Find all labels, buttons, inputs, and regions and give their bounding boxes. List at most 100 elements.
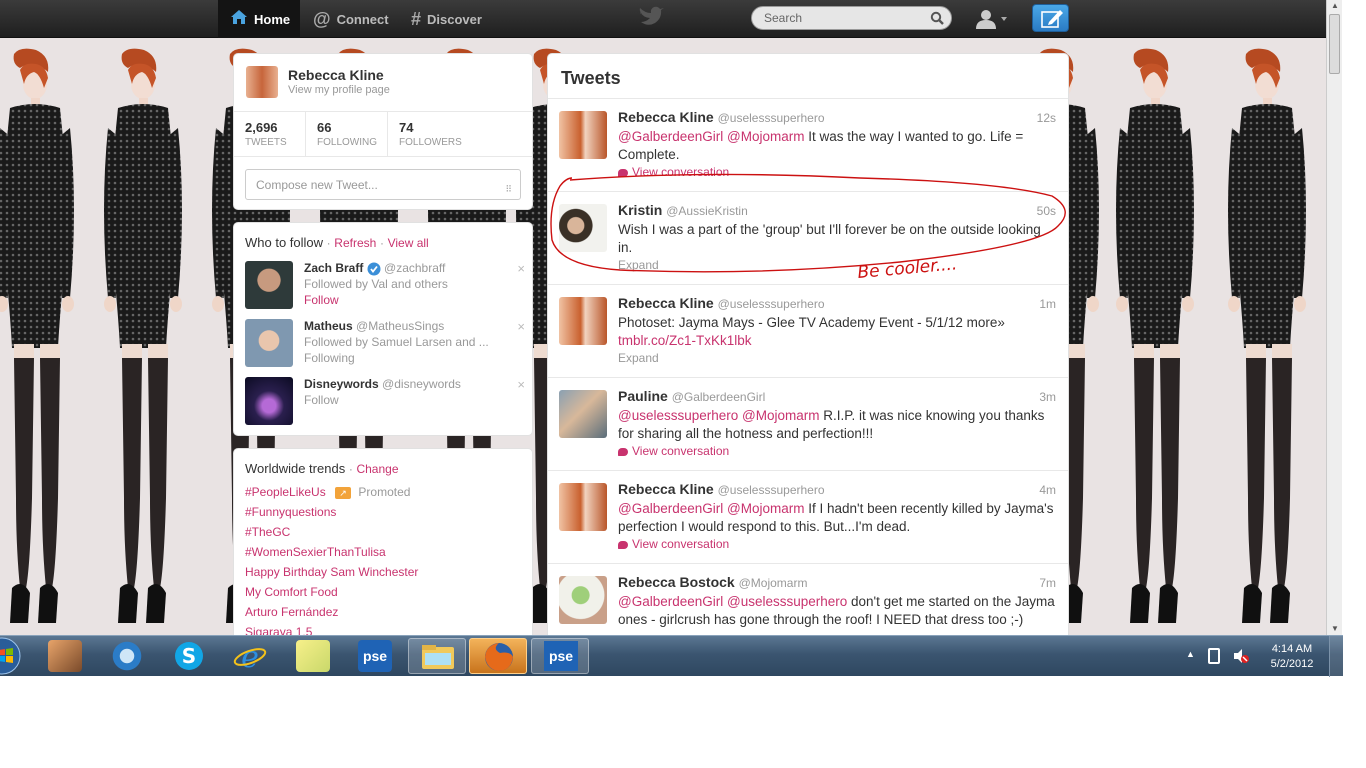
tweet-timestamp[interactable]: 12s [1037, 111, 1056, 125]
explorer-taskbar-button[interactable] [408, 638, 466, 674]
dismiss-close-icon[interactable]: × [517, 377, 525, 392]
tweet-item[interactable]: Rebecca Kline @uselesssuperhero 1m Photo… [548, 285, 1068, 378]
stickynotes-icon[interactable] [296, 640, 330, 672]
tweet-mentions[interactable]: @GalberdeenGirl @uselesssuperhero [618, 594, 847, 609]
tweet-mentions[interactable]: @GalberdeenGirl @Mojomarm [618, 501, 804, 516]
trend-item[interactable]: Arturo Fernández [245, 605, 338, 619]
volume-muted-icon[interactable] [1232, 647, 1250, 670]
tweet-item[interactable]: Pauline @GalberdeenGirl 3m @uselesssuper… [548, 378, 1068, 471]
tweet-author-name: Kristin [618, 202, 663, 218]
user-icon [976, 10, 1007, 29]
search-input[interactable]: Search [751, 6, 952, 30]
home-icon [230, 9, 248, 30]
view-all-link[interactable]: View all [388, 236, 429, 250]
suggestion-handle: @zachbraff [384, 261, 446, 275]
stat-following[interactable]: 66 FOLLOWING [306, 112, 388, 156]
tweet-item[interactable]: Rebecca Kline @uselesssuperhero 12s @Gal… [548, 99, 1068, 192]
start-orb-icon[interactable] [0, 636, 26, 676]
trend-item[interactable]: Happy Birthday Sam Winchester [245, 565, 418, 579]
compose-tweet-input[interactable]: Compose new Tweet... ⠿ [245, 169, 521, 200]
dismiss-close-icon[interactable]: × [517, 319, 525, 334]
tweet-timestamp[interactable]: 1m [1039, 297, 1056, 311]
trend-item[interactable]: #Funnyquestions [245, 505, 336, 519]
follow-button[interactable]: Follow [304, 293, 339, 307]
firefox-taskbar-button[interactable] [469, 638, 527, 674]
tweet-link[interactable]: tmblr.co/Zc1-TxKk1lbk [618, 333, 752, 348]
view-conversation-link[interactable]: View conversation [618, 444, 729, 458]
tweet-author[interactable]: Kristin @AussieKristin [618, 202, 748, 218]
tweet-item[interactable]: Kristin @AussieKristin 50s Wish I was a … [548, 192, 1068, 285]
change-trends-link[interactable]: Change [356, 462, 398, 476]
tweet-author[interactable]: Pauline @GalberdeenGirl [618, 388, 765, 404]
tweet-timestamp[interactable]: 3m [1039, 390, 1056, 404]
search-icon[interactable] [930, 11, 944, 30]
avatar[interactable] [245, 319, 293, 367]
avatar[interactable] [559, 576, 607, 624]
skype-icon[interactable]: S [172, 640, 206, 672]
profile-name[interactable]: Rebecca Kline [288, 67, 384, 83]
system-clock[interactable]: 4:14 AM 5/2/2012 [1262, 642, 1322, 672]
expand-link[interactable]: Expand [618, 258, 659, 272]
stat-tweets[interactable]: 2,696 TWEETS [234, 112, 306, 156]
avatar[interactable] [245, 261, 293, 309]
view-conversation-link[interactable]: View conversation [618, 165, 729, 179]
tweet-author-handle: @uselesssuperhero [717, 297, 825, 311]
tweet-item[interactable]: Rebecca Kline @uselesssuperhero 4m @Galb… [548, 471, 1068, 564]
compose-tweet-button[interactable] [1032, 4, 1069, 32]
following-status[interactable]: Following [304, 351, 355, 365]
suggestion-name[interactable]: Zach Braff @zachbraff [304, 261, 445, 276]
trend-item[interactable]: #PeopleLikeUs ↗ Promoted [245, 485, 410, 499]
promoted-arrow-icon: ↗ [335, 486, 352, 499]
nav-discover[interactable]: # Discover [411, 0, 482, 38]
suggestion-name[interactable]: Disneywords @disneywords [304, 377, 461, 391]
tweet-timestamp[interactable]: 7m [1039, 576, 1056, 590]
ie-icon[interactable]: e [233, 640, 267, 675]
device-tray-icon[interactable] [1208, 648, 1220, 664]
tweet-author[interactable]: Rebecca Kline @uselesssuperhero [618, 481, 825, 497]
nav-home[interactable]: Home [218, 0, 300, 38]
refresh-link[interactable]: Refresh [334, 236, 376, 250]
avatar[interactable] [559, 483, 607, 531]
pse-icon[interactable]: pse [358, 640, 392, 672]
tweet-author-name: Rebecca Kline [618, 295, 714, 311]
tweet-author[interactable]: Rebecca Bostock @Mojomarm [618, 574, 807, 590]
avatar[interactable] [559, 111, 607, 159]
dismiss-close-icon[interactable]: × [517, 261, 525, 276]
trend-item[interactable]: #TheGC [245, 525, 290, 539]
profile-avatar[interactable] [246, 66, 278, 98]
sync-icon[interactable] [110, 640, 144, 672]
page-scrollbar[interactable]: ▲ ▼ [1326, 0, 1342, 635]
expand-link[interactable]: Expand [618, 351, 659, 365]
show-desktop-button[interactable] [1329, 636, 1343, 677]
trend-item[interactable]: My Comfort Food [245, 585, 338, 599]
twitter-bird-icon[interactable] [638, 6, 664, 33]
view-profile-link[interactable]: View my profile page [288, 84, 390, 96]
suggestion-name[interactable]: Matheus @MatheusSings [304, 319, 444, 333]
pse-taskbar-button[interactable]: pse [531, 638, 589, 674]
avatar[interactable] [559, 204, 607, 252]
tweet-text: @GalberdeenGirl @Mojomarm It was the way… [618, 128, 1058, 164]
tweet-author[interactable]: Rebecca Kline @uselesssuperhero [618, 109, 825, 125]
conversation-bubble-icon [618, 168, 628, 177]
follow-button[interactable]: Follow [304, 393, 339, 407]
app-icon[interactable] [48, 640, 82, 672]
user-menu-button[interactable] [974, 7, 1014, 31]
avatar[interactable] [559, 297, 607, 345]
scroll-thumb[interactable] [1329, 14, 1340, 74]
tweet-author-name: Rebecca Kline [618, 109, 714, 125]
tweet-timestamp[interactable]: 4m [1039, 483, 1056, 497]
view-conversation-link[interactable]: View conversation [618, 537, 729, 551]
stat-followers[interactable]: 74 FOLLOWERS [388, 112, 488, 156]
nav-connect[interactable]: @ Connect [313, 0, 389, 38]
compose-pen-icon [1041, 10, 1063, 28]
trend-item[interactable]: #WomenSexierThanTulisa [245, 545, 386, 559]
tweet-author[interactable]: Rebecca Kline @uselesssuperhero [618, 295, 825, 311]
avatar[interactable] [559, 390, 607, 438]
tweet-mentions[interactable]: @uselesssuperhero @Mojomarm [618, 408, 819, 423]
scroll-down-arrow-icon[interactable]: ▼ [1327, 623, 1343, 635]
scroll-up-arrow-icon[interactable]: ▲ [1327, 0, 1343, 12]
show-hidden-icons-icon[interactable]: ▲ [1186, 649, 1195, 659]
avatar[interactable] [245, 377, 293, 425]
tweet-timestamp[interactable]: 50s [1037, 204, 1056, 218]
tweet-mentions[interactable]: @GalberdeenGirl @Mojomarm [618, 129, 804, 144]
